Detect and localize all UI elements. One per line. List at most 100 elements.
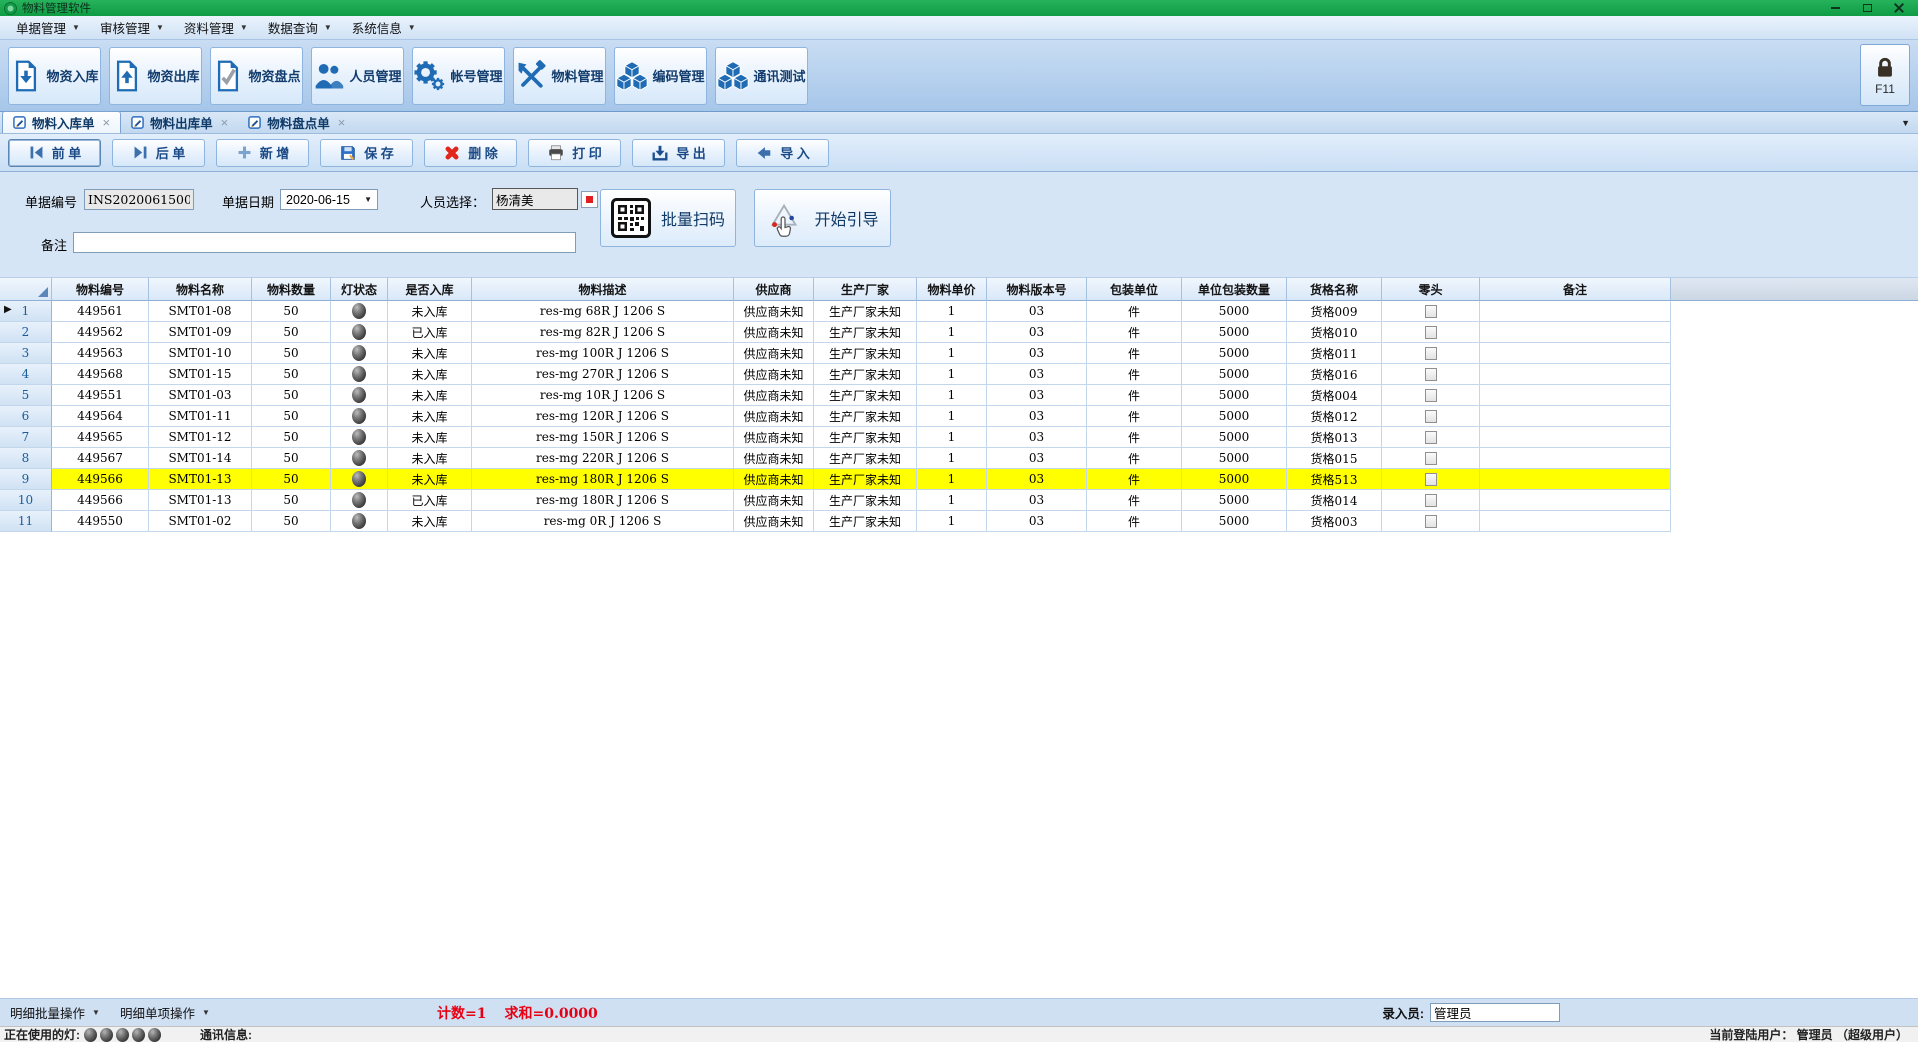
cell-code[interactable]: 449566: [52, 469, 149, 490]
cell-tail[interactable]: [1382, 343, 1480, 364]
cell-code[interactable]: 449564: [52, 406, 149, 427]
stock-out-button[interactable]: 物资出库: [109, 47, 202, 105]
cell-version[interactable]: 03: [987, 427, 1087, 448]
cell-status[interactable]: 未入库: [388, 406, 472, 427]
save-button[interactable]: 保 存: [320, 139, 413, 167]
cell-name[interactable]: SMT01-13: [149, 490, 252, 511]
remark-field[interactable]: [73, 232, 576, 253]
cell-price[interactable]: 1: [917, 322, 987, 343]
cell-maker[interactable]: 生产厂家未知: [814, 511, 917, 532]
cell-unit[interactable]: 件: [1087, 385, 1182, 406]
tab-stock-check-doc[interactable]: 物料盘点单 ×: [238, 111, 355, 133]
cell-desc[interactable]: res-mg 68R J 1206 S: [472, 301, 734, 322]
cell-name[interactable]: SMT01-13: [149, 469, 252, 490]
cell-tail[interactable]: [1382, 490, 1480, 511]
cell-remark[interactable]: [1480, 385, 1671, 406]
cell-status[interactable]: 已入库: [388, 322, 472, 343]
cell-remark[interactable]: [1480, 427, 1671, 448]
cell-supplier[interactable]: 供应商未知: [734, 364, 814, 385]
cell-maker[interactable]: 生产厂家未知: [814, 469, 917, 490]
cell-packqty[interactable]: 5000: [1182, 490, 1287, 511]
menu-item-audit[interactable]: 审核管理▼: [90, 16, 174, 39]
cell-name[interactable]: SMT01-11: [149, 406, 252, 427]
cell-lamp[interactable]: [331, 406, 388, 427]
entry-person-field[interactable]: [1430, 1003, 1560, 1022]
cell-version[interactable]: 03: [987, 364, 1087, 385]
table-row[interactable]: 10449566SMT01-1350已入库res-mg 180R J 1206 …: [0, 490, 1918, 511]
cell-desc[interactable]: res-mg 270R J 1206 S: [472, 364, 734, 385]
cell-qty[interactable]: 50: [252, 511, 331, 532]
cell-unit[interactable]: 件: [1087, 469, 1182, 490]
cell-supplier[interactable]: 供应商未知: [734, 490, 814, 511]
row-header[interactable]: 5: [0, 385, 52, 406]
col-price[interactable]: 物料单价: [917, 277, 987, 301]
cell-packqty[interactable]: 5000: [1182, 301, 1287, 322]
row-header[interactable]: 11: [0, 511, 52, 532]
cell-tail[interactable]: [1382, 448, 1480, 469]
cell-lamp[interactable]: [331, 364, 388, 385]
cell-desc[interactable]: res-mg 180R J 1206 S: [472, 469, 734, 490]
table-row[interactable]: 9449566SMT01-1350未入库res-mg 180R J 1206 S…: [0, 469, 1918, 490]
cell-packqty[interactable]: 5000: [1182, 406, 1287, 427]
cell-name[interactable]: SMT01-15: [149, 364, 252, 385]
cell-maker[interactable]: 生产厂家未知: [814, 406, 917, 427]
col-slot[interactable]: 货格名称: [1287, 277, 1382, 301]
tab-stock-in-doc[interactable]: 物料入库单 ×: [2, 111, 121, 133]
material-button[interactable]: 物料管理: [513, 47, 606, 105]
cell-status[interactable]: 未入库: [388, 301, 472, 322]
cell-lamp[interactable]: [331, 448, 388, 469]
cell-unit[interactable]: 件: [1087, 427, 1182, 448]
table-row[interactable]: ▶1449561SMT01-0850未入库res-mg 68R J 1206 S…: [0, 301, 1918, 322]
table-row[interactable]: 4449568SMT01-1550未入库res-mg 270R J 1206 S…: [0, 364, 1918, 385]
cell-qty[interactable]: 50: [252, 301, 331, 322]
cell-tail[interactable]: [1382, 385, 1480, 406]
tab-close-icon[interactable]: ×: [336, 115, 346, 130]
start-guide-button[interactable]: 开始引导: [754, 189, 891, 247]
table-row[interactable]: 2449562SMT01-0950已入库res-mg 82R J 1206 S供…: [0, 322, 1918, 343]
cell-supplier[interactable]: 供应商未知: [734, 343, 814, 364]
cell-maker[interactable]: 生产厂家未知: [814, 490, 917, 511]
stock-check-button[interactable]: 物资盘点: [210, 47, 303, 105]
tail-checkbox[interactable]: [1425, 494, 1437, 507]
tail-checkbox[interactable]: [1425, 389, 1437, 402]
col-status[interactable]: 是否入库: [388, 277, 472, 301]
cell-desc[interactable]: res-mg 220R J 1206 S: [472, 448, 734, 469]
col-remark[interactable]: 备注: [1480, 277, 1671, 301]
col-tail[interactable]: 零头: [1382, 277, 1480, 301]
cell-lamp[interactable]: [331, 469, 388, 490]
cell-remark[interactable]: [1480, 301, 1671, 322]
detail-single-menu[interactable]: 明细单项操作▼: [110, 1003, 220, 1022]
col-supplier[interactable]: 供应商: [734, 277, 814, 301]
row-header[interactable]: 8: [0, 448, 52, 469]
col-version[interactable]: 物料版本号: [987, 277, 1087, 301]
cell-supplier[interactable]: 供应商未知: [734, 469, 814, 490]
col-name[interactable]: 物料名称: [149, 277, 252, 301]
cell-slot[interactable]: 货格015: [1287, 448, 1382, 469]
cell-price[interactable]: 1: [917, 490, 987, 511]
person-field[interactable]: [492, 188, 578, 210]
cell-name[interactable]: SMT01-12: [149, 427, 252, 448]
lock-f11-button[interactable]: F11: [1860, 44, 1910, 106]
cell-unit[interactable]: 件: [1087, 511, 1182, 532]
tab-stock-out-doc[interactable]: 物料出库单 ×: [121, 111, 238, 133]
cell-packqty[interactable]: 5000: [1182, 343, 1287, 364]
cell-maker[interactable]: 生产厂家未知: [814, 427, 917, 448]
detail-batch-menu[interactable]: 明细批量操作▼: [0, 1003, 110, 1022]
cell-status[interactable]: 未入库: [388, 511, 472, 532]
cell-tail[interactable]: [1382, 364, 1480, 385]
cell-slot[interactable]: 货格013: [1287, 427, 1382, 448]
cell-slot[interactable]: 货格014: [1287, 490, 1382, 511]
row-header[interactable]: 9: [0, 469, 52, 490]
cell-unit[interactable]: 件: [1087, 364, 1182, 385]
cell-code[interactable]: 449565: [52, 427, 149, 448]
cell-slot[interactable]: 货格009: [1287, 301, 1382, 322]
menu-item-data[interactable]: 资料管理▼: [174, 16, 258, 39]
cell-name[interactable]: SMT01-03: [149, 385, 252, 406]
col-code[interactable]: 物料编号: [52, 277, 149, 301]
col-qty[interactable]: 物料数量: [252, 277, 331, 301]
cell-version[interactable]: 03: [987, 511, 1087, 532]
personnel-button[interactable]: 人员管理: [311, 47, 404, 105]
cell-remark[interactable]: [1480, 511, 1671, 532]
cell-status[interactable]: 未入库: [388, 343, 472, 364]
doc-date-select[interactable]: 2020-06-15 ▼: [280, 189, 378, 210]
